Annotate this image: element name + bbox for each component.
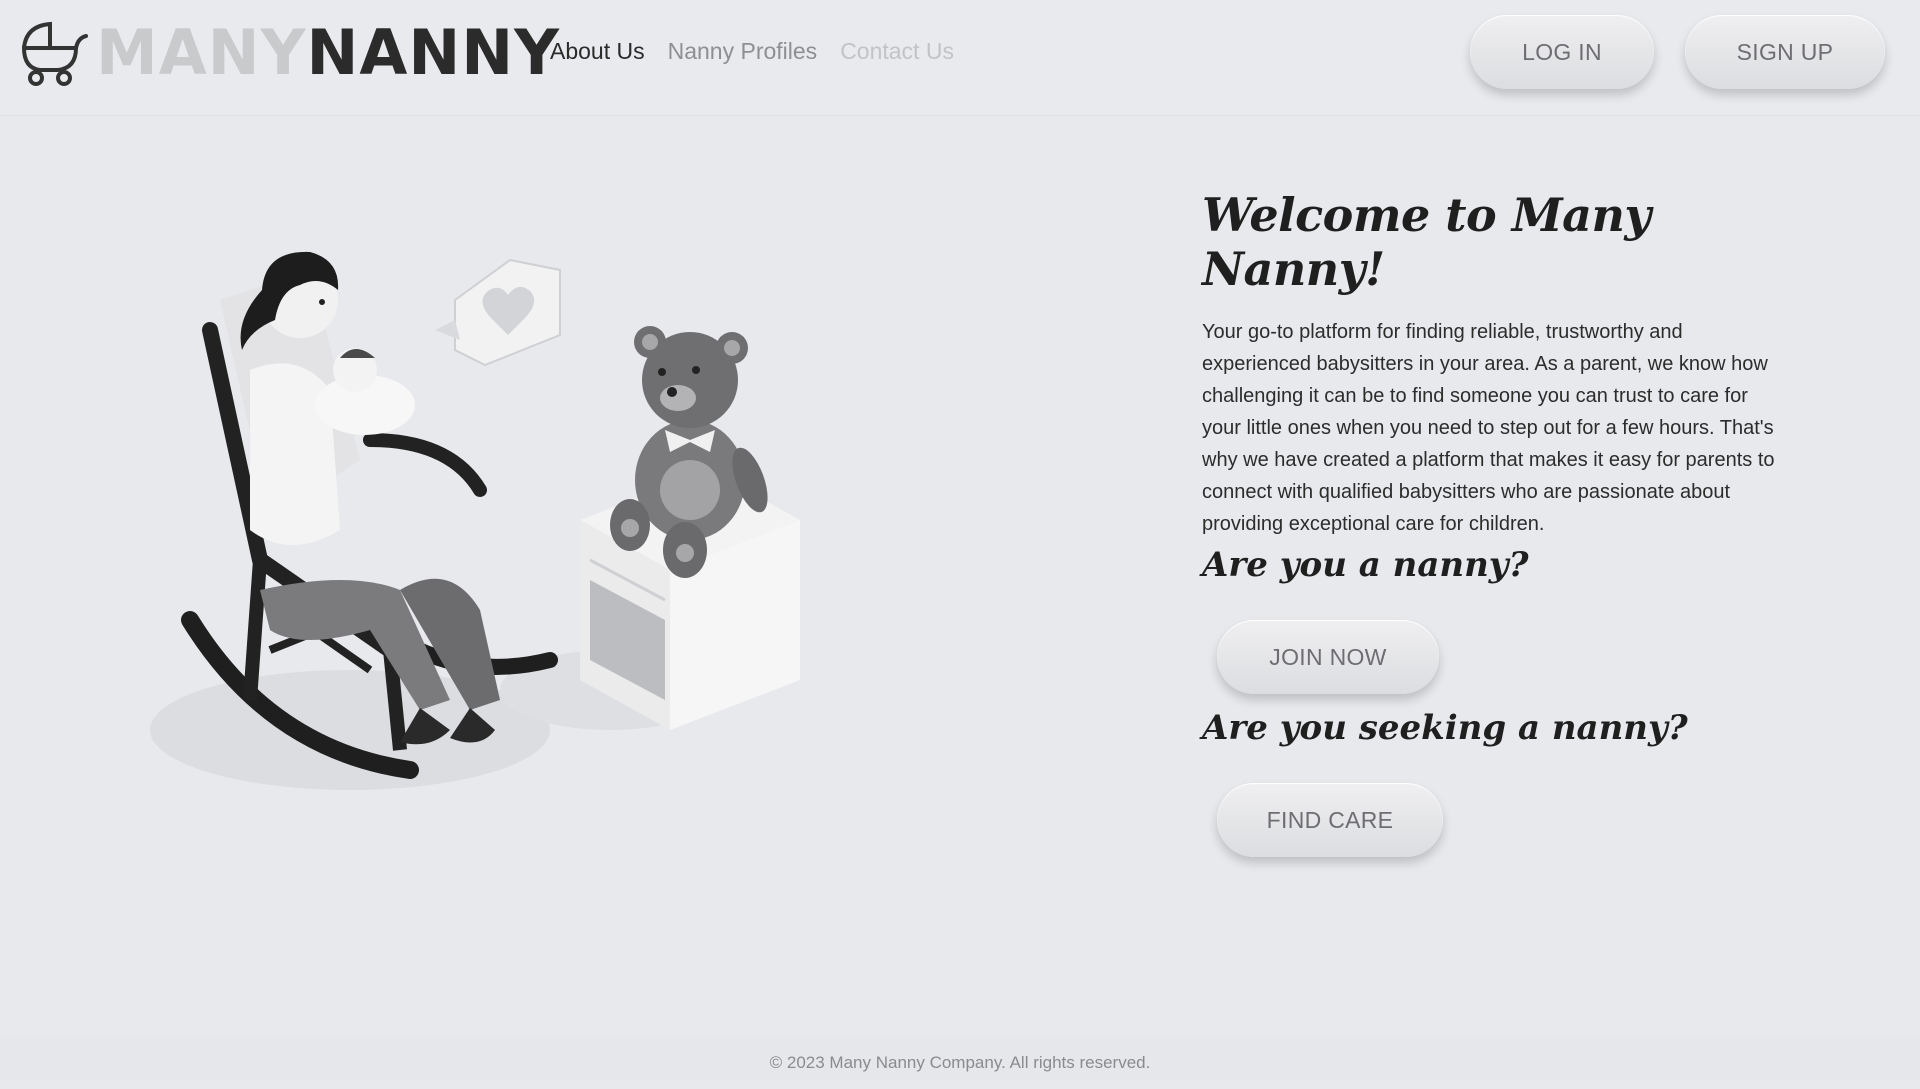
hero-description: Your go-to platform for finding reliable… xyxy=(1202,321,1775,535)
brand-wordmark: MANYNANNY xyxy=(96,18,560,88)
join-now-button[interactable]: JOIN NOW xyxy=(1217,620,1439,694)
seeker-question: Are you seeking a nanny? xyxy=(1202,708,1688,748)
heart-bubble-icon xyxy=(435,258,561,367)
hero-content: Welcome to Many Nanny! Your go-to platfo… xyxy=(1202,188,1782,540)
nanny-rocking-chair-illustration xyxy=(150,251,800,790)
nav-nanny-profiles[interactable]: Nanny Profiles xyxy=(668,38,818,65)
footer: © 2023 Many Nanny Company. All rights re… xyxy=(0,1037,1920,1080)
brand-nanny: NANNY xyxy=(306,16,561,89)
signup-button[interactable]: SIGN UP xyxy=(1685,15,1885,89)
page-title: Welcome to Many Nanny! xyxy=(1202,188,1651,296)
footer-copyright: © 2023 Many Nanny Company. All rights re… xyxy=(769,1053,1151,1072)
main-nav: About Us Nanny Profiles Contact Us xyxy=(550,38,954,65)
stroller-icon xyxy=(21,21,88,86)
brand-many: MANY xyxy=(96,16,307,89)
find-care-button[interactable]: FIND CARE xyxy=(1217,783,1443,857)
nanny-question: Are you a nanny? xyxy=(1202,545,1529,585)
nav-about-us[interactable]: About Us xyxy=(550,38,645,65)
nav-contact-us[interactable]: Contact Us xyxy=(840,38,954,65)
top-navbar: MANYNANNY About Us Nanny Profiles Contac… xyxy=(0,0,1920,115)
brand-logo[interactable]: MANYNANNY xyxy=(18,18,560,88)
login-button[interactable]: LOG IN xyxy=(1470,15,1654,89)
